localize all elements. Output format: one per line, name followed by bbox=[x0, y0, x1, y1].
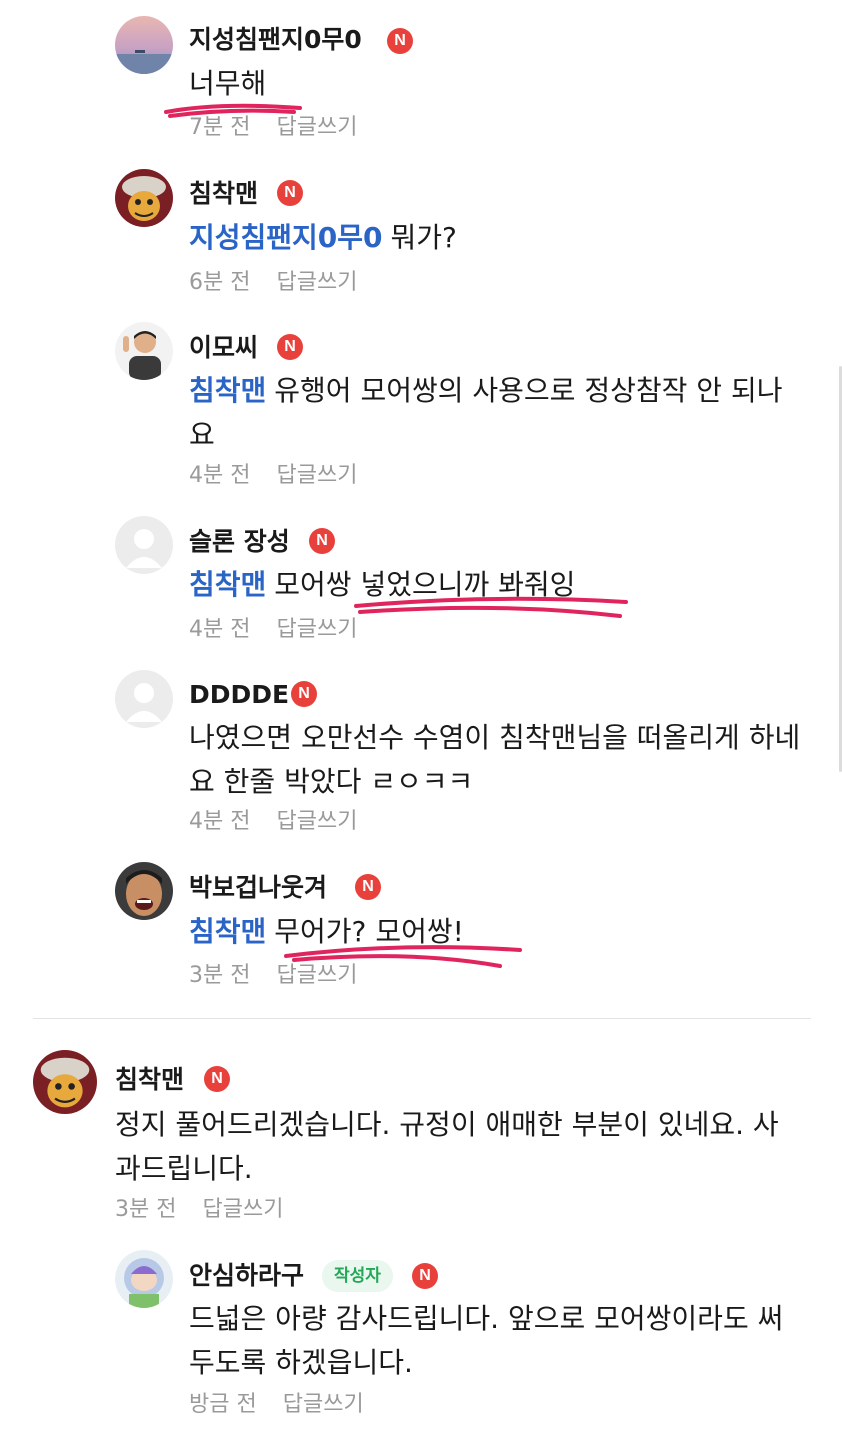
nickname[interactable]: DDDDE bbox=[189, 679, 289, 711]
avatar[interactable] bbox=[115, 169, 173, 227]
author-badge: 작성자 bbox=[322, 1260, 393, 1292]
nickname[interactable]: 이모씨 bbox=[189, 332, 258, 364]
reply-button[interactable]: 답글쓰기 bbox=[276, 809, 357, 834]
reply-button[interactable]: 답글쓰기 bbox=[202, 1197, 283, 1222]
reply-button[interactable]: 답글쓰기 bbox=[276, 115, 357, 140]
timestamp: 6분 전 bbox=[189, 270, 251, 295]
avatar[interactable] bbox=[115, 322, 173, 380]
new-badge-icon: N bbox=[291, 681, 317, 707]
comment-meta: 7분 전 답글쓰기 bbox=[189, 113, 357, 143]
comment-meta: 방금 전 답글쓰기 bbox=[189, 1390, 364, 1420]
mention-link[interactable]: 침착맨 bbox=[189, 374, 266, 407]
astronaut-avatar-icon bbox=[115, 1250, 173, 1308]
cartoon-face-avatar-icon bbox=[115, 169, 173, 227]
comment-text: 나였으면 오만선수 수염이 침착맨님을 떠올리게 하네요 한줄 박았다 ㄹㅇㅋㅋ bbox=[189, 716, 809, 804]
sunset-avatar-icon bbox=[115, 16, 173, 74]
avatar[interactable] bbox=[115, 16, 173, 74]
new-badge-icon: N bbox=[309, 528, 335, 554]
comment-body: 유행어 모어쌍의 사용으로 정상참작 안 되나요 bbox=[189, 374, 783, 451]
comment-text: 침착맨 유행어 모어쌍의 사용으로 정상참작 안 되나요 bbox=[189, 369, 789, 457]
thread-divider bbox=[33, 1018, 811, 1019]
avatar[interactable] bbox=[115, 1250, 173, 1308]
timestamp: 3분 전 bbox=[115, 1197, 177, 1222]
timestamp: 4분 전 bbox=[189, 809, 251, 834]
avatar[interactable] bbox=[33, 1050, 97, 1114]
nickname[interactable]: 박보겁나웃겨 bbox=[189, 872, 327, 904]
cartoon-face-avatar-icon bbox=[33, 1050, 97, 1114]
comment-meta: 6분 전 답글쓰기 bbox=[189, 268, 357, 298]
comment-text: 지성침팬지0무0 뭐가? bbox=[189, 216, 809, 260]
nickname[interactable]: 지성침팬지0무0 bbox=[189, 24, 362, 56]
avatar[interactable] bbox=[115, 516, 173, 574]
comment-body: 무어가? 모어쌍! bbox=[274, 915, 464, 948]
comment-body: 정지 풀어드리겠습니다. 규정이 애매한 부분이 있네요. 사과드립니다. bbox=[115, 1108, 779, 1185]
new-badge-icon: N bbox=[277, 180, 303, 206]
default-profile-icon bbox=[115, 516, 173, 574]
mention-link[interactable]: 지성침팬지0무0 bbox=[189, 221, 383, 254]
comment-body: 뭐가? bbox=[390, 221, 457, 254]
comment-text: 침착맨 모어쌍 넣었으니까 봐줘잉 bbox=[189, 563, 809, 607]
timestamp: 방금 전 bbox=[189, 1392, 257, 1417]
comment-text: 드넓은 아량 감사드립니다. 앞으로 모어쌍이라도 써두도록 하겠읍니다. bbox=[189, 1297, 789, 1385]
nickname[interactable]: 침착맨 bbox=[189, 178, 258, 210]
comment-meta: 3분 전 답글쓰기 bbox=[189, 961, 357, 991]
comment-meta: 4분 전 답글쓰기 bbox=[189, 807, 357, 837]
reply-button[interactable]: 답글쓰기 bbox=[276, 270, 357, 295]
comment-body: 드넓은 아량 감사드립니다. 앞으로 모어쌍이라도 써두도록 하겠읍니다. bbox=[189, 1302, 784, 1379]
timestamp: 3분 전 bbox=[189, 963, 251, 988]
comment-text: 정지 풀어드리겠습니다. 규정이 애매한 부분이 있네요. 사과드립니다. bbox=[115, 1103, 785, 1191]
timestamp: 4분 전 bbox=[189, 617, 251, 642]
comment-text: 침착맨 무어가? 모어쌍! bbox=[189, 910, 809, 954]
reply-button[interactable]: 답글쓰기 bbox=[276, 963, 357, 988]
reply-button[interactable]: 답글쓰기 bbox=[276, 463, 357, 488]
timestamp: 7분 전 bbox=[189, 115, 251, 140]
comment-meta: 4분 전 답글쓰기 bbox=[189, 461, 357, 491]
comment-meta: 4분 전 답글쓰기 bbox=[189, 615, 357, 645]
laughing-face-avatar-icon bbox=[115, 862, 173, 920]
comment-meta: 3분 전 답글쓰기 bbox=[115, 1195, 283, 1225]
reply-button[interactable]: 답글쓰기 bbox=[283, 1392, 364, 1417]
person-avatar-icon bbox=[115, 322, 173, 380]
new-badge-icon: N bbox=[387, 28, 413, 54]
nickname[interactable]: 슬론 장성 bbox=[189, 526, 290, 558]
nickname[interactable]: 안심하라구 bbox=[189, 1260, 304, 1292]
timestamp: 4분 전 bbox=[189, 463, 251, 488]
default-profile-icon bbox=[115, 670, 173, 728]
avatar[interactable] bbox=[115, 862, 173, 920]
comment-text: 너무해 bbox=[189, 62, 809, 106]
mention-link[interactable]: 침착맨 bbox=[189, 915, 266, 948]
new-badge-icon: N bbox=[277, 334, 303, 360]
reply-button[interactable]: 답글쓰기 bbox=[276, 617, 357, 642]
comment-body: 모어쌍 넣었으니까 봐줘잉 bbox=[274, 568, 576, 601]
mention-link[interactable]: 침착맨 bbox=[189, 568, 266, 601]
new-badge-icon: N bbox=[412, 1263, 438, 1289]
new-badge-icon: N bbox=[204, 1066, 230, 1092]
comment-body: 나였으면 오만선수 수염이 침착맨님을 떠올리게 하네요 한줄 박았다 ㄹㅇㅋㅋ bbox=[189, 721, 801, 798]
avatar[interactable] bbox=[115, 670, 173, 728]
new-badge-icon: N bbox=[355, 874, 381, 900]
nickname[interactable]: 침착맨 bbox=[115, 1064, 184, 1096]
comment-body: 너무해 bbox=[189, 67, 267, 100]
